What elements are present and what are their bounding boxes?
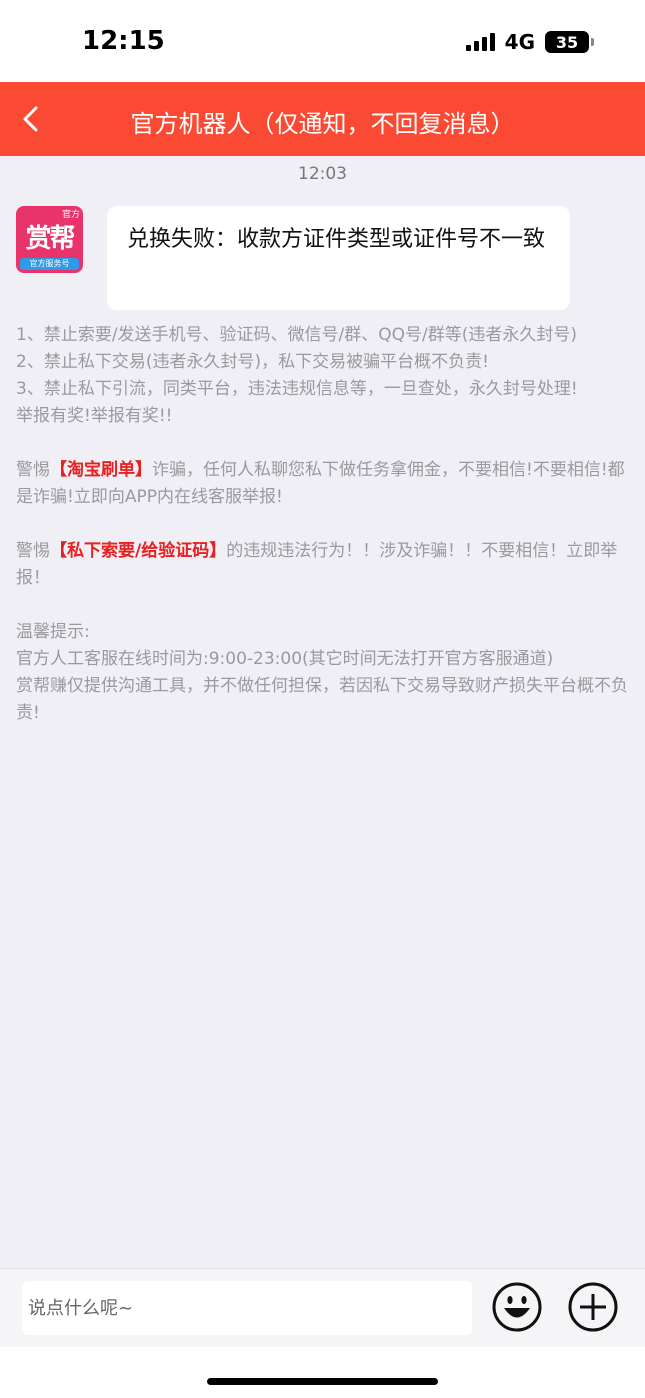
page-title: 官方机器人（仅通知，不回复消息）: [130, 110, 515, 138]
battery-level: 35: [555, 32, 579, 52]
warning-1-prefix: 警惕: [16, 460, 50, 480]
message-bubble[interactable]: 兑换失败：收款方证件类型或证件号不一致: [107, 206, 570, 310]
home-indicator[interactable]: [207, 1378, 438, 1385]
status-time: 12:15: [82, 26, 165, 56]
warning-2: 警惕【私下索要/给验证码】的违规违法行为！！涉及诈骗！！不要相信！立即举报！: [16, 538, 630, 592]
warning-1: 警惕【淘宝刷单】诈骗，任何人私聊您私下做任务拿佣金，不要相信!不要相信!都是诈骗…: [16, 457, 630, 511]
warning-2-prefix: 警惕: [16, 541, 50, 561]
smiley-icon: [492, 1282, 542, 1332]
nav-bar: 官方机器人（仅通知，不回复消息）: [0, 82, 645, 156]
avatar-logo: 赏帮: [25, 224, 75, 254]
avatar[interactable]: 官方 赏帮 官方服务号: [16, 206, 83, 273]
message-input[interactable]: [22, 1281, 472, 1335]
network-type: 4G: [504, 30, 535, 54]
tip-disclaimer: 赏帮赚仅提供沟通工具，并不做任何担保，若因私下交易导致财产损失平台概不负责!: [16, 676, 628, 723]
rule-2: 2、禁止私下交易(违者永久封号)，私下交易被骗平台概不负责!: [16, 352, 489, 372]
warning-1-highlight: 【淘宝刷单】: [50, 460, 152, 480]
battery-icon: 35: [545, 31, 594, 53]
rule-3: 3、禁止私下引流，同类平台，违法违规信息等，一旦查处，永久封号处理!: [16, 379, 578, 399]
input-bar: [0, 1268, 645, 1347]
message-timestamp: 12:03: [298, 164, 347, 184]
warning-2-highlight: 【私下索要/给验证码】: [50, 541, 227, 561]
plus-button[interactable]: [567, 1281, 619, 1333]
tip-hours: 官方人工客服在线时间为:9:00-23:00(其它时间无法打开官方客服通道): [16, 649, 554, 669]
notice-text: 1、禁止索要/发送手机号、验证码、微信号/群、QQ号/群等(违者永久封号) 2、…: [16, 322, 630, 727]
signal-icon: [465, 33, 495, 51]
plus-circle-icon: [568, 1282, 618, 1332]
avatar-bottom-tag: 官方服务号: [20, 258, 79, 270]
tip-title: 温馨提示:: [16, 622, 90, 642]
status-indicators: 4G 35: [465, 30, 594, 54]
status-bar: 12:15 4G 35: [0, 0, 645, 82]
home-area: [0, 1347, 645, 1398]
rule-1: 1、禁止索要/发送手机号、验证码、微信号/群、QQ号/群等(违者永久封号): [16, 325, 578, 345]
emoji-button[interactable]: [491, 1281, 543, 1333]
report-reward: 举报有奖!举报有奖!!: [16, 406, 173, 426]
